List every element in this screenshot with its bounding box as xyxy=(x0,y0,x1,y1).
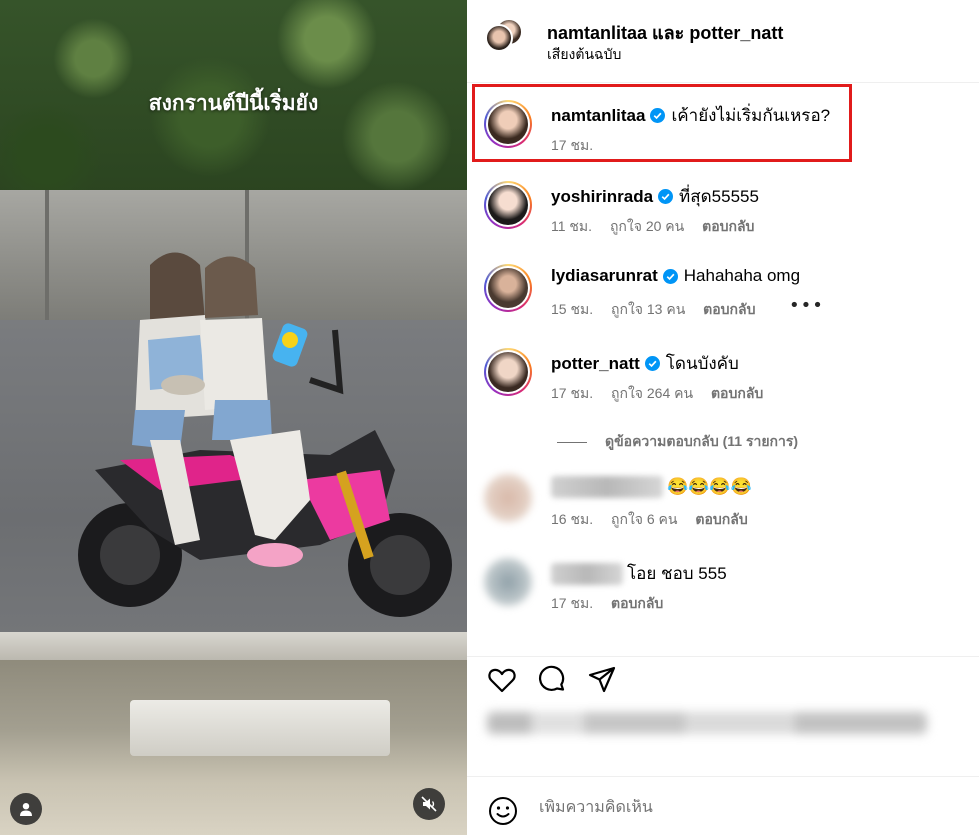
muted-speaker-icon xyxy=(421,796,437,812)
author-username-2[interactable]: potter_natt xyxy=(689,23,783,43)
comment-icon[interactable] xyxy=(537,665,567,695)
comment-likes[interactable]: ถูกใจ 13 คน xyxy=(611,301,685,317)
avatar[interactable] xyxy=(484,181,532,229)
reply-button[interactable]: ตอบกลับ xyxy=(611,595,663,611)
verified-badge-icon xyxy=(662,268,678,284)
reply-button[interactable]: ตอบกลับ xyxy=(711,385,763,401)
avatar xyxy=(485,24,513,52)
comment-text: Hahahaha omg xyxy=(683,266,801,285)
comment-time[interactable]: 11 ชม. xyxy=(551,218,592,234)
comment-username-blurred[interactable] xyxy=(551,562,623,585)
post-header: namtanlitaa และ potter_natt เสียงต้นฉบับ xyxy=(467,0,979,83)
comment-text: โดนบังคับ xyxy=(665,354,739,373)
comment-item: yoshirinrada ที่สุด55555 11 ชม. ถูกใจ 20… xyxy=(467,181,979,251)
mute-button[interactable] xyxy=(413,788,445,820)
verified-badge-icon xyxy=(658,189,674,204)
comment-time[interactable]: 17 ชม. xyxy=(551,385,593,401)
comment-username[interactable]: potter_natt xyxy=(551,354,640,374)
action-bar xyxy=(467,656,979,706)
emoji-icon[interactable] xyxy=(487,795,519,827)
collab-avatars[interactable] xyxy=(485,18,523,58)
comment-item: 😂😂😂😂 16 ชม. ถูกใจ 6 คน ตอบกลับ xyxy=(467,474,979,544)
comment-likes[interactable]: ถูกใจ 264 คน xyxy=(611,385,693,401)
comment-item: โอย ชอบ 555 17 ชม. ตอบกลับ xyxy=(467,558,979,628)
share-icon[interactable] xyxy=(587,665,617,695)
comment-text: โอย ชอบ 555 xyxy=(627,564,727,583)
original-audio-link[interactable]: เสียงต้นฉบับ xyxy=(547,44,621,66)
post-authors: namtanlitaa และ potter_natt xyxy=(547,18,783,47)
heart-icon[interactable] xyxy=(487,665,517,695)
comment-text: ที่สุด55555 xyxy=(679,187,759,206)
comment-text: 😂😂😂😂 xyxy=(667,477,752,496)
user-icon xyxy=(20,803,32,816)
comment-time[interactable]: 17 ชม. xyxy=(551,595,593,611)
author-username-1[interactable]: namtanlitaa xyxy=(547,23,647,43)
video-caption: สงกรานต์ปีนี้เริ่มยัง xyxy=(148,92,319,115)
comment-likes[interactable]: ถูกใจ 20 คน xyxy=(610,218,684,234)
post-media[interactable]: สงกรานต์ปีนี้เริ่มยัง xyxy=(0,0,467,835)
comment-username[interactable]: yoshirinrada xyxy=(551,187,653,207)
motorcycle-riders-image xyxy=(78,252,452,617)
highlight-box xyxy=(472,84,852,162)
avatar[interactable] xyxy=(484,348,532,396)
divider xyxy=(557,441,587,443)
likes-summary-blurred[interactable] xyxy=(487,712,927,734)
comment-composer xyxy=(467,776,979,835)
reply-button[interactable]: ตอบกลับ xyxy=(702,218,754,234)
author-separator: และ xyxy=(652,23,685,43)
comment-time[interactable]: 15 ชม. xyxy=(551,301,593,317)
avatar[interactable] xyxy=(484,558,532,606)
reply-button[interactable]: ตอบกลับ xyxy=(695,511,747,527)
reply-button[interactable]: ตอบกลับ xyxy=(703,301,755,317)
view-replies-button[interactable]: ดูข้อความตอบกลับ (11 รายการ) xyxy=(557,431,798,453)
verified-badge-icon xyxy=(644,356,660,371)
comment-username[interactable]: lydiasarunrat xyxy=(551,266,658,286)
comment-input[interactable] xyxy=(539,799,939,817)
comment-time[interactable]: 16 ชม. xyxy=(551,511,593,527)
comment-item: potter_natt โดนบังคับ 17 ชม. ถูกใจ 264 ค… xyxy=(467,348,979,418)
comment-likes[interactable]: ถูกใจ 6 คน xyxy=(611,511,678,527)
comment-username-blurred[interactable] xyxy=(551,476,663,498)
user-tag-button[interactable] xyxy=(10,793,42,825)
avatar[interactable] xyxy=(484,474,532,522)
view-replies-label: ดูข้อความตอบกลับ (11 รายการ) xyxy=(605,433,799,449)
comment-item: lydiasarunrat Hahahaha omg 15 ชม. ถูกใจ … xyxy=(467,264,979,334)
avatar[interactable] xyxy=(484,264,532,312)
more-options-icon[interactable]: ••• xyxy=(789,295,824,316)
